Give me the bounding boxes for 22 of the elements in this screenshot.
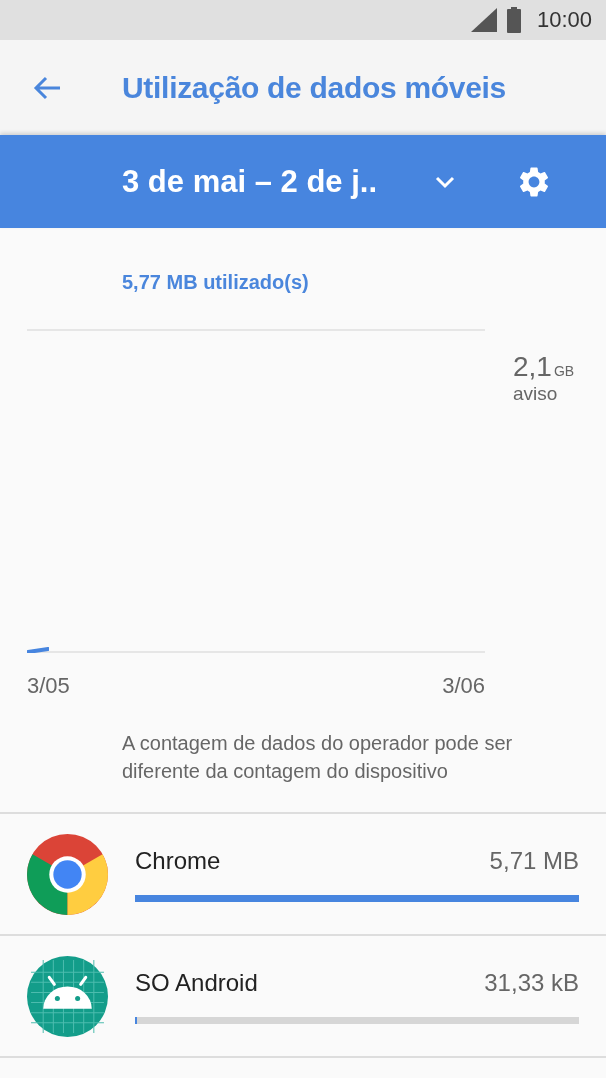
usage-line — [27, 647, 49, 653]
clock-time: 10:00 — [536, 7, 592, 33]
app-usage: 31,33 kB — [484, 968, 579, 997]
app-usage: 5,71 MB — [489, 846, 579, 875]
chrome-icon — [27, 833, 108, 915]
app-name: SO Android — [135, 968, 258, 997]
battery-icon — [506, 7, 521, 33]
android-icon — [27, 955, 108, 1037]
app-row[interactable]: SO Android 31,33 kB — [0, 936, 606, 1058]
warning-value: 2,1 — [513, 351, 552, 383]
carrier-note: A contagem de dados do operador pode ser diferente da contagem do dispositivo — [121, 731, 514, 784]
app-name: Chrome — [135, 846, 221, 875]
usage-summary: 5,77 MB utilizado(s) — [121, 270, 310, 295]
axis-label: 3/05 — [27, 673, 70, 699]
signal-icon — [470, 8, 497, 32]
back-arrow-icon — [33, 75, 61, 100]
warning-label: aviso — [513, 383, 559, 405]
app-row[interactable]: Chrome 5,71 MB — [0, 814, 606, 936]
caret-icon — [434, 174, 456, 189]
warning-unit: GB — [553, 363, 575, 379]
screen-title: Utilização de dados móveis — [122, 70, 506, 105]
axis-label: 3/06 — [442, 673, 485, 699]
